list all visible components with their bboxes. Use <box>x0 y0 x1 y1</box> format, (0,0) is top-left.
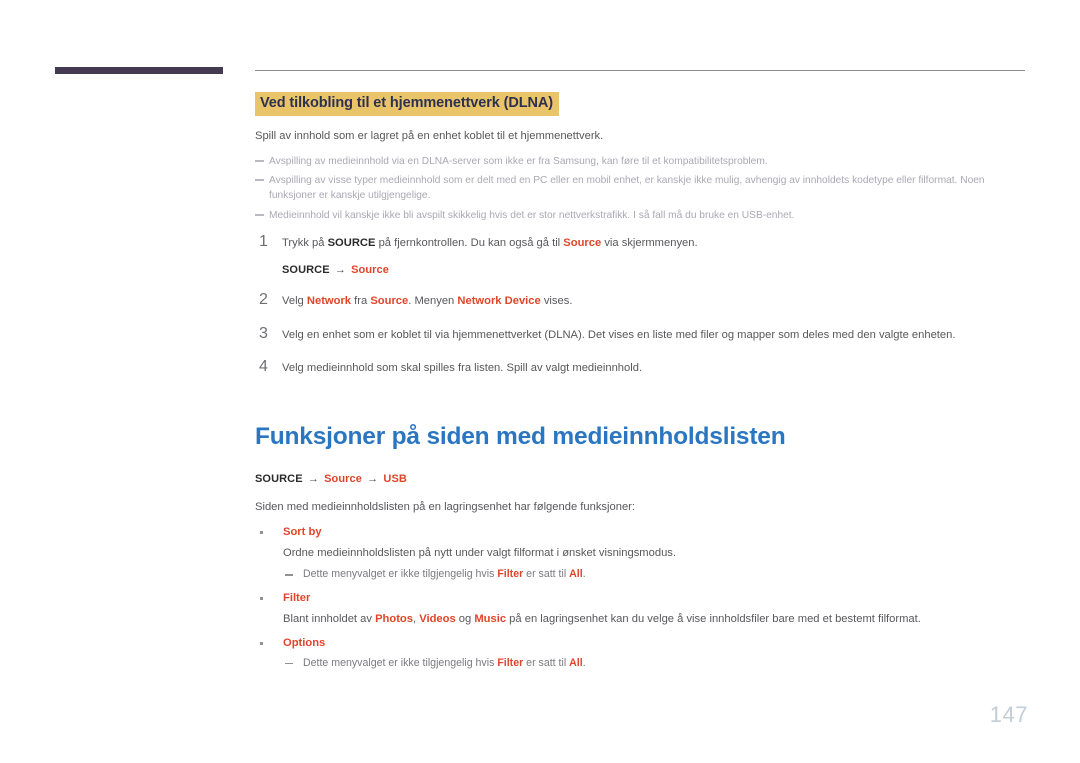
note-text: Medieinnhold vil kanskje ikke bli avspil… <box>269 209 795 221</box>
feature-title-label: Options <box>283 637 326 649</box>
feature-title: Sort by <box>255 526 1027 538</box>
dash-marker-icon <box>255 179 264 182</box>
step-item: 2 Velg Network fra Source. Menyen Networ… <box>255 290 1027 310</box>
step-item: 4 Velg medieinnhold som skal spilles fra… <box>255 358 1027 377</box>
menu-path: SOURCE → Source <box>282 263 389 276</box>
header-decoration-bar <box>55 67 223 74</box>
bullet-square-icon <box>260 530 263 534</box>
feature-title: Filter <box>255 592 1027 604</box>
header-rule <box>255 70 1025 71</box>
feature-sub-text: Dette menyvalget er ikke tilgjengelig hv… <box>303 568 586 581</box>
step-item: 3 Velg en enhet som er koblet til via hj… <box>255 324 1027 344</box>
feature-item-filter: Filter Blant innholdet av Photos, Videos… <box>255 592 1027 628</box>
dlna-section-heading: Ved tilkobling til et hjemmenettverk (DL… <box>255 92 559 116</box>
feature-sub-note: Dette menyvalget er ikke tilgjengelig hv… <box>255 656 1027 672</box>
dash-marker-icon <box>255 213 264 216</box>
note-item: Avspilling av visse typer medieinnhold s… <box>255 173 1027 204</box>
step-text: Trykk på SOURCE på fjernkontrollen. Du k… <box>282 236 698 249</box>
feature-description: Ordne medieinnholdslisten på nytt under … <box>283 546 676 559</box>
step-text: Velg en enhet som er koblet til via hjem… <box>282 328 956 341</box>
step-item: 1 Trykk på SOURCE på fjernkontrollen. Du… <box>255 232 1027 276</box>
feature-sub-note: Dette menyvalget er ikke tilgjengelig hv… <box>255 567 1027 583</box>
step-text: Velg Network fra Source. Menyen Network … <box>282 294 573 307</box>
feature-title-label: Sort by <box>283 525 322 538</box>
step-text: Velg medieinnhold som skal spilles fra l… <box>282 362 643 375</box>
feature-title: Options <box>255 637 1027 649</box>
note-text: Avspilling av medieinnhold via en DLNA-s… <box>269 155 768 167</box>
feature-item-sort-by: Sort by Ordne medieinnholdslisten på nyt… <box>255 526 1027 584</box>
feature-list: Sort by Ordne medieinnholdslisten på nyt… <box>255 526 1027 672</box>
dash-marker-icon <box>285 574 293 576</box>
bullet-square-icon <box>260 597 263 601</box>
menu-path: SOURCE → Source → USB <box>255 473 407 486</box>
step-number: 1 <box>259 232 268 250</box>
feature-title-label: Filter <box>283 592 311 605</box>
dlna-steps-list: 1 Trykk på SOURCE på fjernkontrollen. Du… <box>255 232 1027 377</box>
feature-sub-text: Dette menyvalget er ikke tilgjengelig hv… <box>303 657 586 669</box>
step-number: 3 <box>259 324 268 342</box>
note-item: Medieinnhold vil kanskje ikke bli avspil… <box>255 208 1027 223</box>
note-text: Avspilling av visse typer medieinnhold s… <box>269 175 985 202</box>
feature-item-options: Options Dette menyvalget er ikke tilgjen… <box>255 637 1027 672</box>
page-title: Funksjoner på siden med medieinnholdslis… <box>255 423 786 451</box>
dlna-notes-list: Avspilling av medieinnhold via en DLNA-s… <box>255 154 1027 223</box>
media-list-intro-text: Siden med medieinnholdslisten på en lagr… <box>255 501 635 514</box>
dlna-intro-text: Spill av innhold som er lagret på en enh… <box>255 129 604 142</box>
section-dlna: Ved tilkobling til et hjemmenettverk (DL… <box>255 92 1027 377</box>
step-number: 2 <box>259 290 268 308</box>
step-number: 4 <box>259 358 268 376</box>
page-content: Ved tilkobling til et hjemmenettverk (DL… <box>255 92 1027 681</box>
dash-marker-icon <box>285 663 293 665</box>
dash-marker-icon <box>255 159 264 162</box>
feature-description: Blant innholdet av Photos, Videos og Mus… <box>283 613 921 626</box>
note-item: Avspilling av medieinnhold via en DLNA-s… <box>255 154 1027 169</box>
bullet-square-icon <box>260 642 263 645</box>
section-media-list: Funksjoner på siden med medieinnholdslis… <box>255 423 1027 672</box>
page-number: 147 <box>989 702 1028 727</box>
